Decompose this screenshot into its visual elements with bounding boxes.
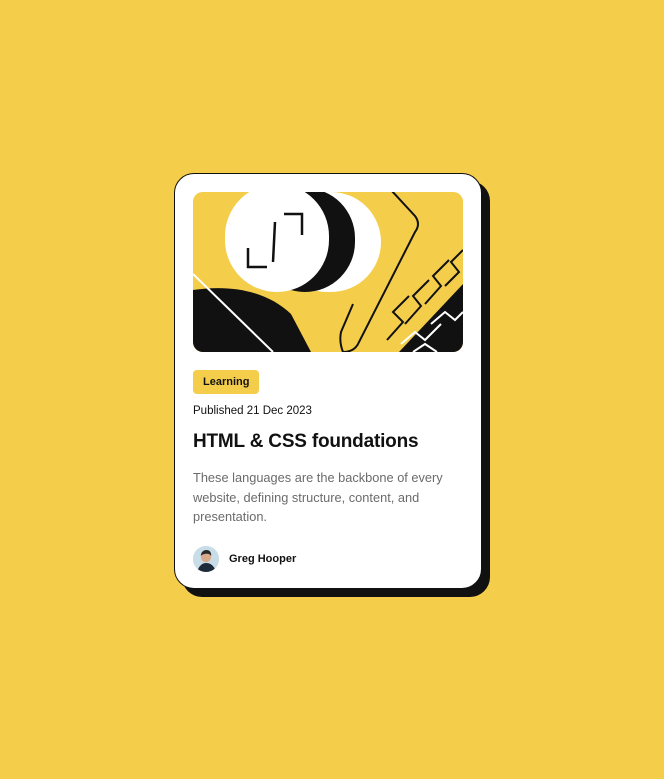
card-title[interactable]: HTML & CSS foundations bbox=[193, 431, 419, 453]
blog-illustration bbox=[193, 192, 463, 352]
author: Greg Hooper bbox=[193, 546, 296, 572]
author-name[interactable]: Greg Hooper bbox=[229, 553, 296, 565]
author-avatar bbox=[193, 546, 219, 572]
blog-preview-card: Learning Published 21 Dec 2023 HTML & CS… bbox=[174, 173, 482, 589]
card-description: These languages are the backbone of ever… bbox=[193, 470, 443, 525]
published-date: Published 21 Dec 2023 bbox=[193, 405, 312, 417]
category-tag[interactable]: Learning bbox=[193, 370, 260, 394]
